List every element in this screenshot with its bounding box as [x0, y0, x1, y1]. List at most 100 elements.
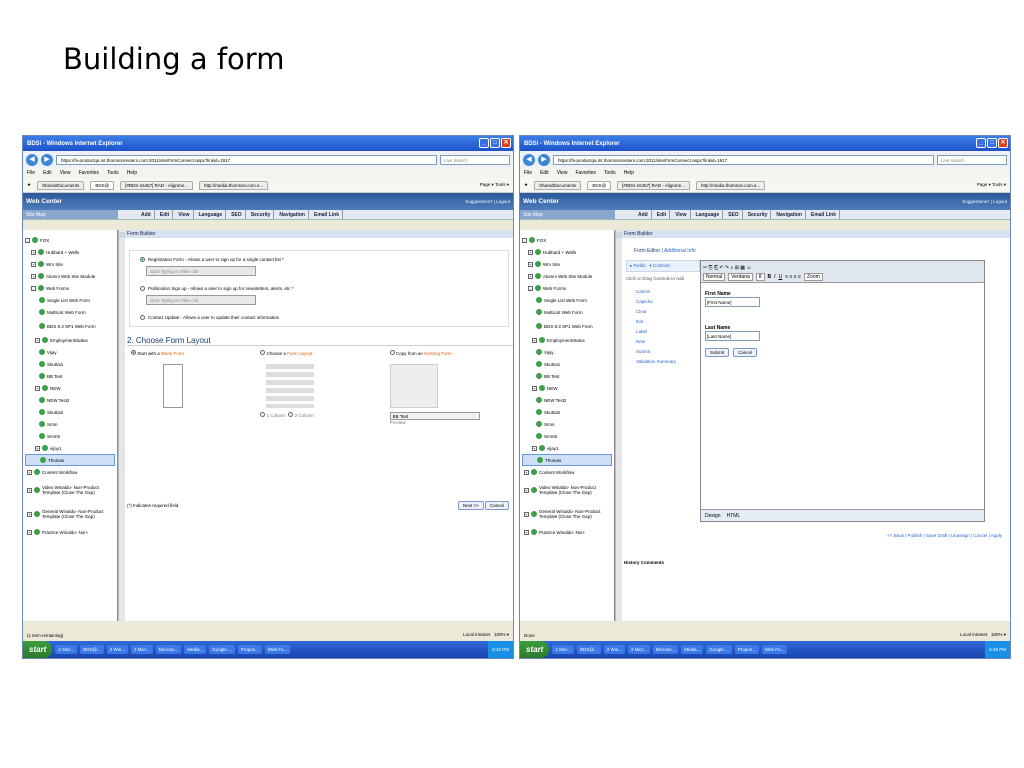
tree-item[interactable]: Skuttai1 [522, 358, 612, 370]
next-button[interactable]: Next >> [457, 501, 484, 510]
tree-item[interactable]: + Content Workflow [25, 466, 115, 478]
task-button[interactable]: 2 Win... [603, 645, 625, 654]
tree-item[interactable]: BDS 8.3 SP1 Web Form [25, 318, 115, 334]
filter-list-input-2[interactable]: Start Typing to Filter List [146, 295, 256, 305]
maximize-icon[interactable]: □ [987, 138, 997, 148]
tree-item[interactable]: + Video Winaldo- Non-Product Template (Cl… [522, 478, 612, 502]
menu-file[interactable]: File [27, 170, 35, 176]
tree-item[interactable]: Smm5 [522, 430, 612, 442]
tab-media[interactable]: http://media.thomson.com.e... [198, 180, 269, 190]
controls-tab[interactable]: ▾ Controls [650, 263, 670, 269]
suggestions-logout-links[interactable]: Suggestions? | Logout [962, 199, 1007, 204]
tree-item[interactable]: BDS 8.3 SP1 Web Form [522, 318, 612, 334]
blank-form-option[interactable]: Start with a Blank Form [125, 350, 254, 425]
tree-item[interactable]: + Practice Winaldo- Non- [522, 526, 612, 538]
size-select[interactable]: 8 [755, 272, 765, 281]
control-submit[interactable]: Submit [636, 349, 700, 354]
align-icons[interactable]: ≡ ≡ ≡ ≡ [785, 274, 801, 280]
tree-item[interactable]: Vijay [25, 346, 115, 358]
toolbar-language[interactable]: Language [196, 210, 227, 219]
menu-edit[interactable]: Edit [540, 170, 549, 176]
tree-item[interactable]: Smm [25, 418, 115, 430]
task-button[interactable]: Web Fo... [761, 645, 788, 654]
toolbar-navigation[interactable]: Navigation [276, 210, 309, 219]
task-button[interactable]: Propos... [734, 645, 759, 654]
design-tab[interactable]: Design [705, 513, 721, 519]
tree-scrollbar[interactable] [615, 230, 622, 621]
tree-item[interactable]: BB Test [25, 370, 115, 382]
control-captcha[interactable]: Captcha [636, 299, 700, 304]
tree-item[interactable]: + Practice Winaldo- Non- [25, 526, 115, 538]
rich-text-editor[interactable]: ✂ ⎘ ⎗ ↶ ↷ ⌕ ⊞ ▦ ☺ Normal Verdana 8 B I U ≡ ≡ … [700, 260, 985, 522]
tree-item[interactable]: + Alumni Web Site Module [522, 270, 612, 282]
menu-favorites[interactable]: Favorites [78, 170, 99, 176]
forward-button[interactable]: ▶ [538, 153, 550, 166]
editor-actions[interactable]: << Back | Publish | Save Draft | Unassig… [887, 533, 1002, 538]
tree-item[interactable]: + Content Workflow [522, 466, 612, 478]
blank-form-radio[interactable] [131, 350, 136, 355]
tree-item[interactable]: MultiList Web Form [25, 306, 115, 318]
menu-view[interactable]: View [60, 170, 71, 176]
task-button[interactable]: Microso... [155, 645, 182, 654]
menu-edit[interactable]: Edit [43, 170, 52, 176]
control-new[interactable]: New [636, 339, 700, 344]
toolbar-security[interactable]: Security [745, 210, 772, 219]
form-layout-radio[interactable] [260, 350, 266, 355]
tree-item[interactable]: - Web Forms [522, 282, 612, 294]
menu-tools[interactable]: Tools [107, 170, 119, 176]
tree-item[interactable]: MultiList Web Form [522, 306, 612, 318]
task-button[interactable]: 2 Micr... [552, 645, 575, 654]
tree-item[interactable]: + NEW [25, 382, 115, 394]
contact-update-radio[interactable] [140, 315, 145, 320]
tree-item[interactable]: + EmploymentStatus [25, 334, 115, 346]
toolbar-email-link[interactable]: Email Link [311, 210, 343, 219]
task-button[interactable]: Microso... [652, 645, 679, 654]
font-select[interactable]: Verdana [728, 272, 753, 281]
tree-item[interactable]: BB Test [522, 370, 612, 382]
task-button[interactable]: 2 Micr... [55, 645, 78, 654]
publication-radio[interactable] [140, 286, 145, 291]
form-editor-link[interactable]: Form Editor [634, 248, 660, 254]
tab-shared-documents[interactable]: SharedDocuments [534, 180, 582, 190]
menu-file[interactable]: File [524, 170, 532, 176]
tree-item[interactable]: - FOX [25, 234, 115, 246]
address-bar[interactable]: https://hi-productqa.int.thomsonreuters.… [56, 154, 437, 165]
first-name-field[interactable]: [First Name] [705, 297, 760, 307]
toolbar-add[interactable]: Add [635, 210, 652, 219]
task-button[interactable]: 2 Win... [106, 645, 128, 654]
address-bar[interactable]: https://hi-productqa.int.thomsonreuters.… [553, 154, 934, 165]
close-icon[interactable]: ✕ [501, 138, 511, 148]
control-clear[interactable]: Clear [636, 309, 700, 314]
tree-item[interactable]: NEW Test2 [25, 394, 115, 406]
control-validation-summary[interactable]: Validation Summary [636, 359, 700, 364]
menu-tools[interactable]: Tools [604, 170, 616, 176]
task-button[interactable]: Google ... [209, 645, 235, 654]
control-cancel[interactable]: Cancel [636, 289, 700, 294]
additional-info-link[interactable]: Additional Info [664, 248, 696, 254]
toolbar-language[interactable]: Language [693, 210, 724, 219]
tree-item[interactable]: + Hubbard + Wells [25, 246, 115, 258]
tree-item[interactable]: Smm [522, 418, 612, 430]
editor-icons-row[interactable]: ✂ ⎘ ⎗ ↶ ↷ ⌕ ⊞ ▦ ☺ [703, 265, 752, 271]
task-button[interactable]: 2 Micr... [130, 645, 153, 654]
registration-radio[interactable] [140, 257, 145, 262]
task-button[interactable]: Web Fo... [264, 645, 291, 654]
tree-item[interactable]: + Hubbard + Wells [522, 246, 612, 258]
toolbar-view[interactable]: View [672, 210, 691, 219]
toolbar-seo[interactable]: SEO [228, 210, 246, 219]
tree-item[interactable]: Skuttai1 [25, 358, 115, 370]
tree-item[interactable]: Skuttai2 [25, 406, 115, 418]
tree-item[interactable]: Smm5 [25, 430, 115, 442]
zoom-level[interactable]: 100% ▾ [991, 632, 1006, 637]
zoom-level[interactable]: 100% ▾ [494, 632, 509, 637]
tab-rad[interactable]: [#BDS-16457] RAD - Alignme... [120, 180, 193, 190]
forward-button[interactable]: ▶ [41, 153, 53, 166]
bold-icon[interactable]: B [768, 274, 772, 280]
tree-item[interactable]: + vijay1 [25, 442, 115, 454]
back-button[interactable]: ◀ [26, 153, 38, 166]
control-exit[interactable]: Exit [636, 319, 700, 324]
tree-item[interactable]: + General Winaldo- Non-Product Template (… [25, 502, 115, 526]
live-search-input[interactable]: Live Search [937, 154, 1007, 165]
two-column-radio[interactable] [288, 412, 294, 417]
tree-item[interactable]: Skuttai2 [522, 406, 612, 418]
